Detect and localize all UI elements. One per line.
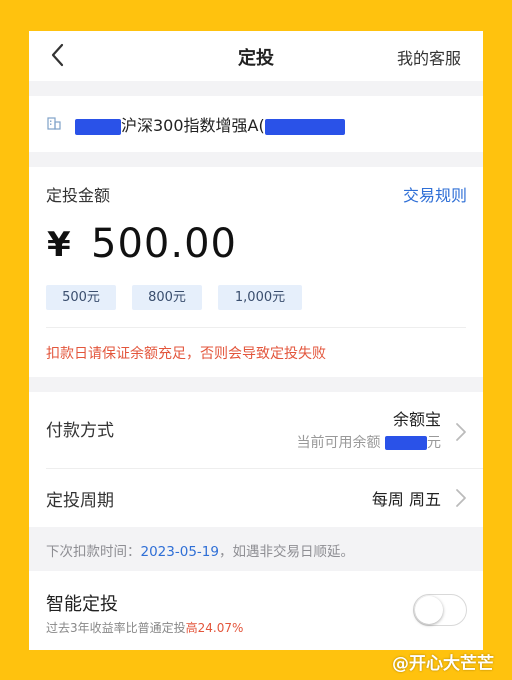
fund-name-visible: 沪深300指数增强A( bbox=[121, 116, 265, 135]
chip-800[interactable]: 800元 bbox=[132, 285, 202, 310]
next-debit-prefix: 下次扣款时间： bbox=[46, 544, 141, 560]
redaction-block bbox=[264, 118, 345, 135]
currency-symbol: ¥ bbox=[47, 225, 71, 265]
chip-500[interactable]: 500元 bbox=[46, 285, 116, 310]
amount-input[interactable]: 500.00 bbox=[91, 221, 237, 267]
next-debit-notice: 下次扣款时间：2023-05-19，如遇非交易日顺延。 bbox=[29, 527, 483, 571]
chip-1000[interactable]: 1,000元 bbox=[218, 285, 302, 310]
top-bar: 定投 我的客服 bbox=[29, 31, 483, 81]
redaction-block bbox=[75, 118, 121, 135]
smart-invest-rate: 高24.07% bbox=[185, 621, 244, 635]
insufficient-balance-warning: 扣款日请保证余额充足，否则会导致定投失败 bbox=[46, 346, 326, 362]
payment-method-value: 余额宝 bbox=[392, 410, 441, 429]
balance-suffix: 元 bbox=[427, 435, 441, 451]
fund-row: 沪深300指数增强A( bbox=[29, 96, 483, 152]
next-debit-suffix: ，如遇非交易日顺延。 bbox=[218, 544, 354, 560]
balance-prefix: 当前可用余额 bbox=[296, 435, 381, 451]
next-debit-date: 2023-05-19 bbox=[140, 544, 219, 560]
available-balance: 当前可用余额 元 bbox=[297, 432, 441, 452]
smart-invest-toggle[interactable] bbox=[413, 594, 467, 626]
smart-invest-row: 智能定投 过去3年收益率比普通定投高24.07% bbox=[29, 571, 483, 650]
smart-invest-label: 智能定投 bbox=[46, 594, 118, 615]
building-icon bbox=[47, 117, 61, 130]
chevron-right-icon bbox=[456, 423, 466, 441]
smart-invest-subtitle: 过去3年收益率比普通定投高24.07% bbox=[46, 619, 243, 636]
toggle-knob bbox=[415, 596, 443, 624]
phone-screen: 定投 我的客服 沪深300指数增强A( 定投金额 交易规则 ¥ 500.00 5… bbox=[29, 31, 483, 650]
chevron-right-icon bbox=[456, 489, 466, 507]
fund-name: 沪深300指数增强A( bbox=[75, 112, 345, 136]
cycle-value: 每周 周五 bbox=[371, 490, 441, 509]
cycle-label: 定投周期 bbox=[46, 491, 114, 511]
next-debit-text: 下次扣款时间：2023-05-19，如遇非交易日顺延。 bbox=[46, 540, 354, 560]
amount-label: 定投金额 bbox=[46, 186, 111, 205]
payment-method-label: 付款方式 bbox=[46, 421, 114, 441]
settings-card: 付款方式 余额宝 当前可用余额 元 定投周期 每周 周五 bbox=[29, 392, 483, 527]
divider bbox=[46, 327, 466, 328]
amount-card: 定投金额 交易规则 ¥ 500.00 500元 800元 1,000元 扣款日请… bbox=[29, 167, 483, 377]
redaction-block bbox=[385, 436, 427, 450]
trade-rules-link[interactable]: 交易规则 bbox=[403, 182, 467, 206]
watermark: @开心大芒芒 bbox=[392, 654, 494, 674]
divider bbox=[46, 468, 483, 469]
customer-service-link[interactable]: 我的客服 bbox=[397, 45, 461, 69]
smart-invest-sub-prefix: 过去3年收益率比普通定投 bbox=[46, 621, 186, 635]
